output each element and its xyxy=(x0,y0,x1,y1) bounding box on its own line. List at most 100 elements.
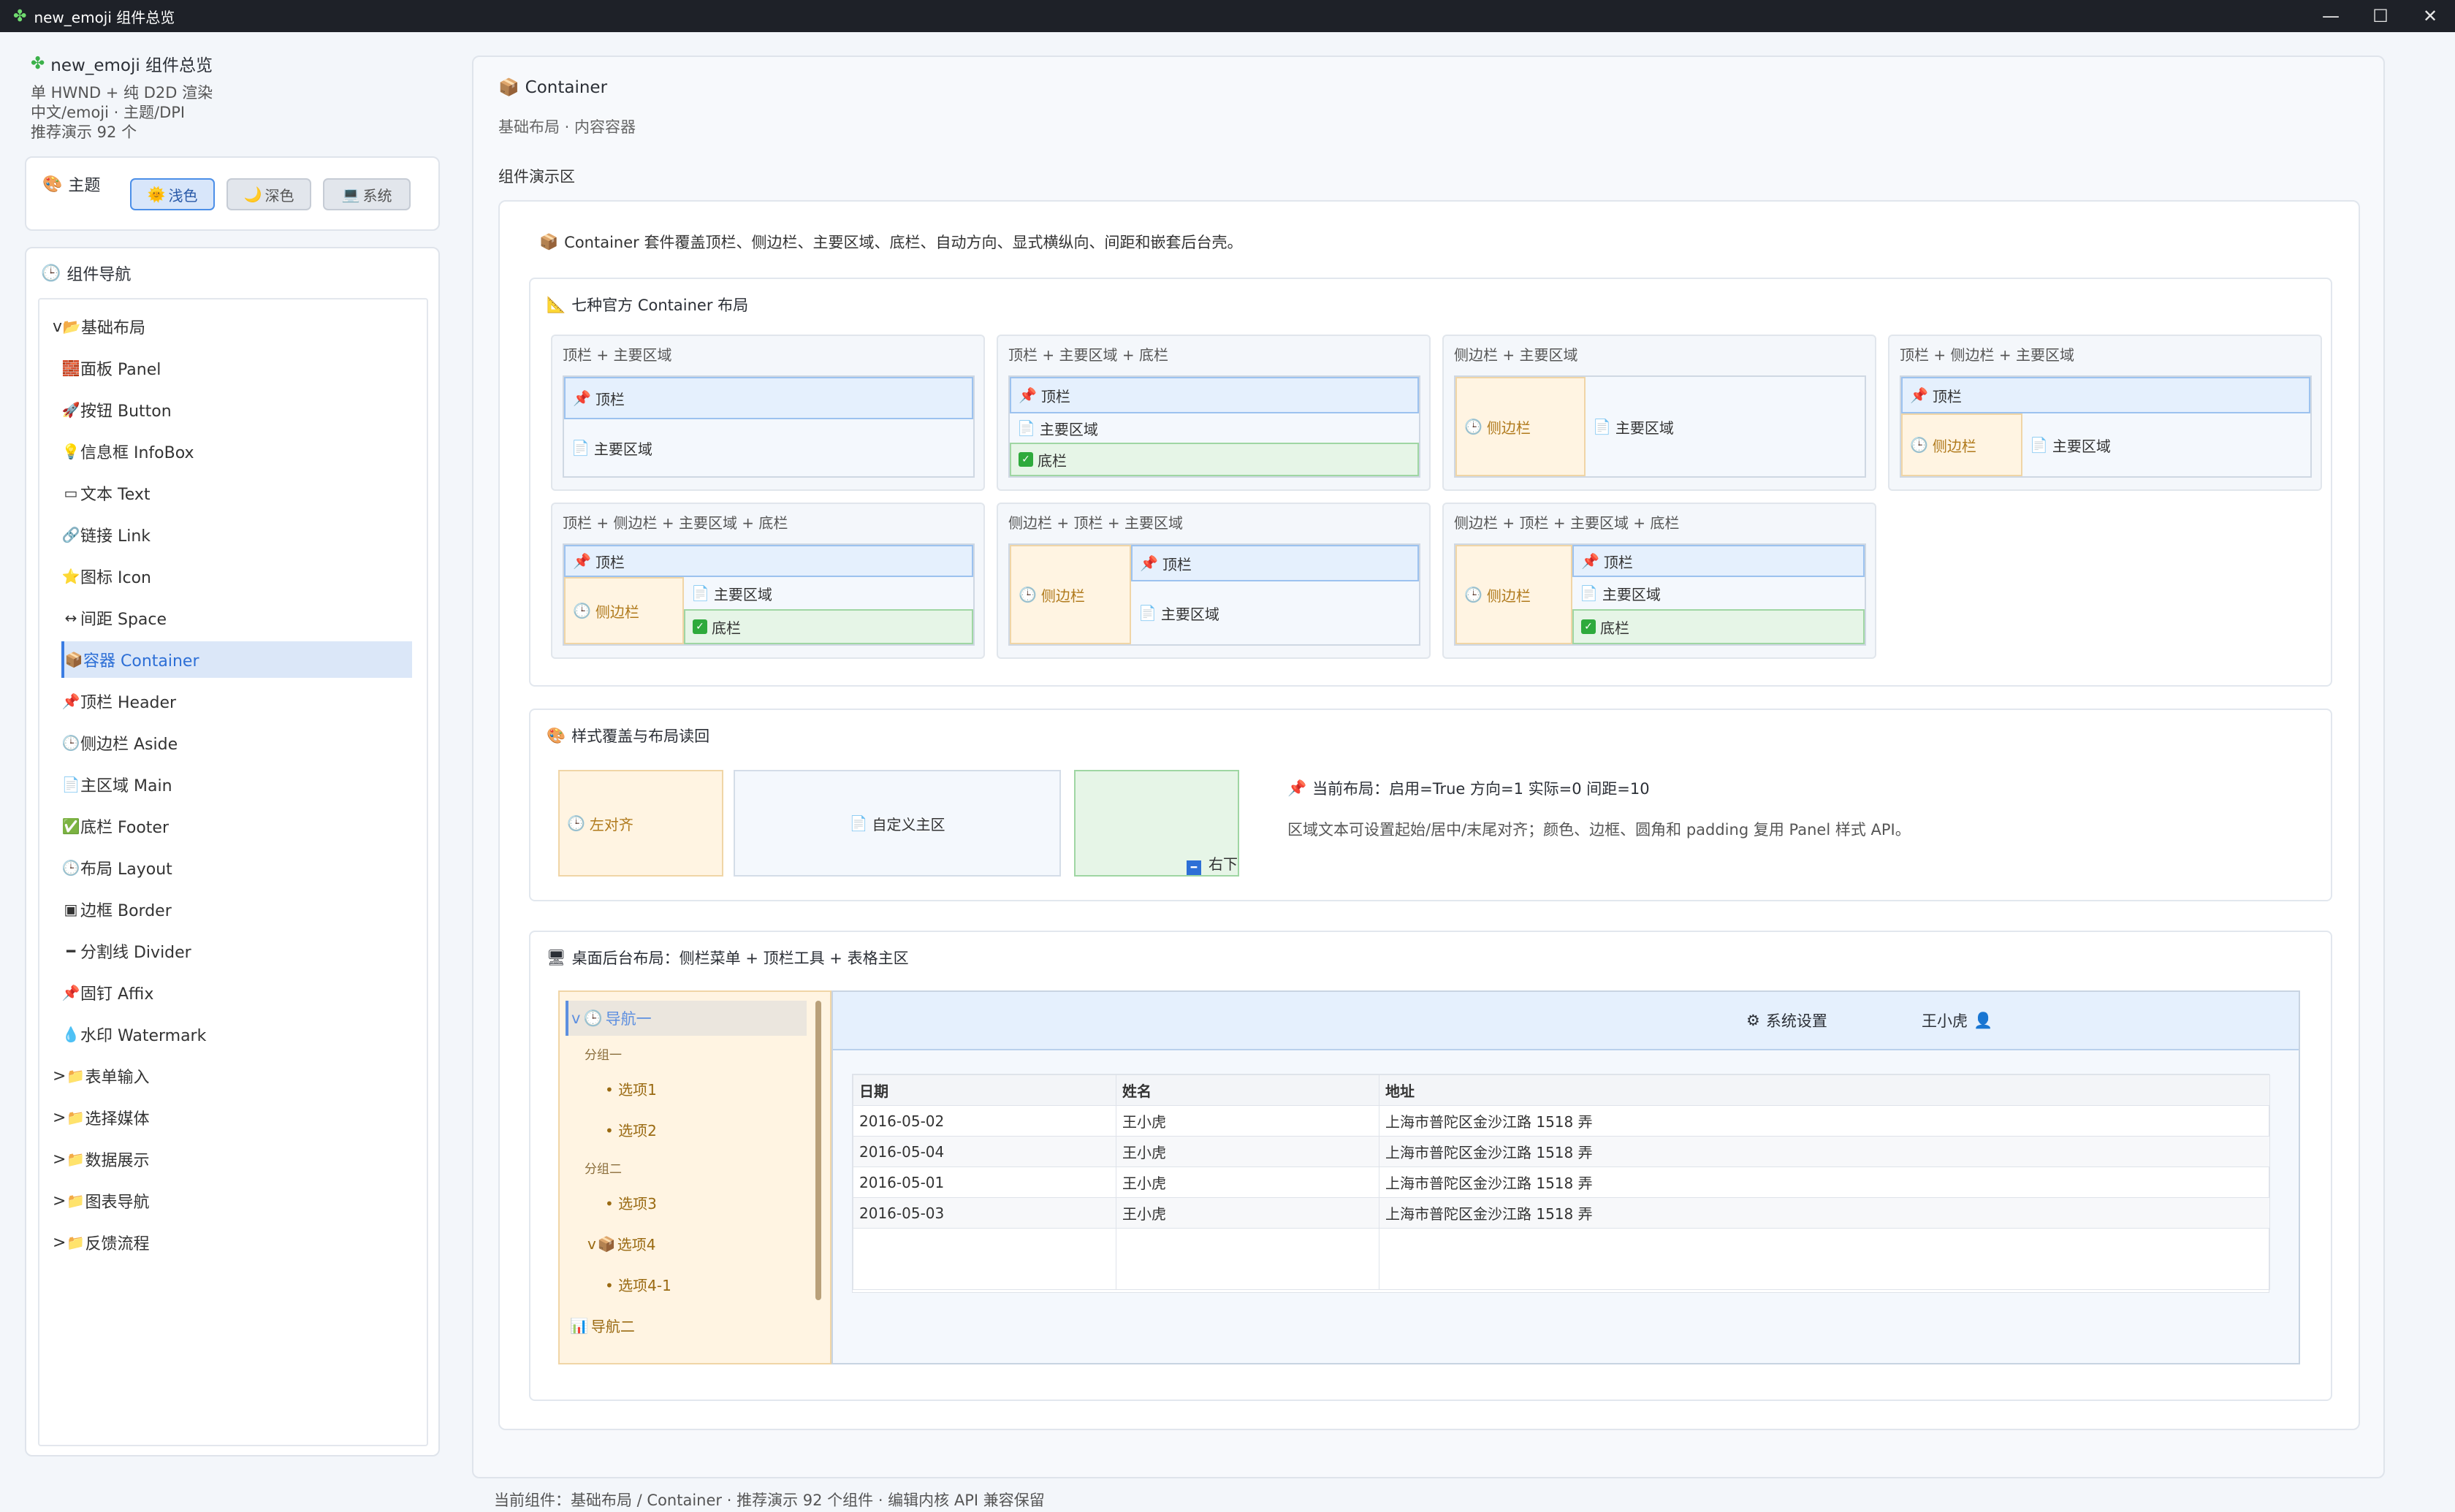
nav-item[interactable]: ⭐ 图标 Icon xyxy=(61,558,412,595)
nav-group[interactable]: > 📁 选择媒体 xyxy=(53,1099,403,1136)
nav-item[interactable]: ↔ 间距 Space xyxy=(61,600,412,636)
table-cell xyxy=(1379,1228,2270,1290)
nav-icon: 📌 xyxy=(61,984,80,1001)
data-table: 日期 姓名 地址 2016-05-02 王小虎 上海市普陀区金沙江路 1518 弄2… xyxy=(853,1074,2270,1290)
nav-item[interactable]: 💧 水印 Watermark xyxy=(61,1016,412,1053)
nav-icon: 📁 xyxy=(66,1109,85,1126)
nav-icon: ━ xyxy=(66,942,76,960)
app-subtitle-3: 推荐演示 92 个 xyxy=(31,123,137,141)
nav-label: 文本 Text xyxy=(80,486,151,504)
clock-icon: 🕒 xyxy=(1019,586,1037,603)
breadcrumb: 基础布局 · 内容容器 xyxy=(498,118,636,136)
menu-option-2[interactable]: • 选项2 xyxy=(605,1119,657,1140)
nav-item[interactable]: 📌 固钉 Affix xyxy=(61,974,412,1011)
settings-link[interactable]: ⚙ 系统设置 xyxy=(1746,1009,1827,1031)
clock-icon: 🕒 xyxy=(573,602,591,619)
data-table-wrap: 日期 姓名 地址 2016-05-02 王小虎 上海市普陀区金沙江路 1518 弄2… xyxy=(852,1074,2270,1293)
user-menu[interactable]: 王小虎 👤 xyxy=(1922,1009,1992,1031)
menu-nav-2[interactable]: 📊 导航二 xyxy=(570,1315,635,1336)
table-cell: 上海市普陀区金沙江路 1518 弄 xyxy=(1379,1105,2270,1137)
nav-icon: ▣ xyxy=(64,901,78,918)
nav-item[interactable]: 💡 信息框 InfoBox xyxy=(61,433,412,470)
box-icon: 📦 xyxy=(539,232,559,251)
table-row[interactable]: 2016-05-04 王小虎 上海市普陀区金沙江路 1518 弄 xyxy=(853,1136,2270,1167)
nav-icon: 🕒 xyxy=(61,859,80,877)
layout-header-main: 顶栏 + 主要区域 📌 顶栏 📄 主要区域 xyxy=(551,335,985,491)
admin-header: ⚙ 系统设置 王小虎 👤 xyxy=(833,992,2299,1050)
minimize-button[interactable]: — xyxy=(2306,0,2356,32)
theme-dark-button[interactable]: 🌙 深色 xyxy=(227,178,311,210)
nav-group[interactable]: v 📂 基础布局 xyxy=(53,308,403,345)
nav-item[interactable]: 📦 容器 Container xyxy=(61,641,412,678)
nav-group[interactable]: > 📁 数据展示 xyxy=(53,1141,403,1177)
nav-item[interactable]: 🧱 面板 Panel xyxy=(61,350,412,386)
palette-icon: 🎨 xyxy=(547,726,566,744)
document-icon: 📄 xyxy=(1593,418,1611,435)
layout-title: 顶栏 + 主要区域 xyxy=(563,346,672,364)
nav-item[interactable]: ✅ 底栏 Footer xyxy=(61,808,412,844)
layout-header-aside-main: 顶栏 + 侧边栏 + 主要区域 📌 顶栏 🕒 侧边栏 📄 主要区域 xyxy=(1888,335,2322,491)
nav-item[interactable]: 📌 顶栏 Header xyxy=(61,683,412,719)
theme-system-button[interactable]: 💻 系统 xyxy=(323,178,411,210)
table-row[interactable]: 2016-05-03 王小虎 上海市普陀区金沙江路 1518 弄 xyxy=(853,1197,2270,1229)
nav-group[interactable]: > 📁 表单输入 xyxy=(53,1058,403,1094)
menu-scrollbar[interactable] xyxy=(815,1001,821,1300)
column-date[interactable]: 日期 xyxy=(853,1074,1116,1106)
menu-option-4-1[interactable]: • 选项4-1 xyxy=(605,1274,671,1295)
nav-item[interactable]: ━ 分割线 Divider xyxy=(61,933,412,969)
nav-item[interactable]: 📄 主区域 Main xyxy=(61,766,412,803)
demo-label: 组件演示区 xyxy=(498,168,575,186)
maximize-button[interactable]: ☐ xyxy=(2356,0,2405,32)
clock-icon: 🕒 xyxy=(1464,586,1482,603)
theme-label: 主题 xyxy=(68,177,101,195)
nav-item[interactable]: 🔗 链接 Link xyxy=(61,516,412,553)
column-address[interactable]: 地址 xyxy=(1379,1074,2270,1106)
nav-label: 边框 Border xyxy=(80,902,172,920)
layout-title: 顶栏 + 侧边栏 + 主要区域 xyxy=(1900,346,2074,364)
header-region: 📌 顶栏 xyxy=(1572,545,1865,577)
pin-icon: 📌 xyxy=(1287,779,1307,797)
table-cell: 2016-05-03 xyxy=(853,1197,1116,1229)
main-region: 📄 主要区域 xyxy=(564,419,973,476)
nav-item[interactable]: 🕒 侧边栏 Aside xyxy=(61,725,412,761)
nav-item[interactable]: 🕒 布局 Layout xyxy=(61,849,412,886)
menu-option-3[interactable]: • 选项3 xyxy=(605,1192,657,1213)
check-icon: ✓ xyxy=(1581,619,1596,634)
user-icon: 👤 xyxy=(1973,1011,1993,1029)
table-cell: 上海市普陀区金沙江路 1518 弄 xyxy=(1379,1136,2270,1167)
nav-group[interactable]: > 📁 反馈流程 xyxy=(53,1224,403,1261)
nav-icon: 🚀 xyxy=(61,401,80,419)
nav-item[interactable]: ▭ 文本 Text xyxy=(61,475,412,511)
nav-item[interactable]: 🚀 按钮 Button xyxy=(61,392,412,428)
gear-icon: ⚙ xyxy=(1746,1012,1760,1029)
layout-title: 顶栏 + 侧边栏 + 主要区域 + 底栏 xyxy=(563,514,788,532)
sidebar-header: ✤ new_emoji 组件总览 单 HWND + 纯 D2D 渲染 中文/emo… xyxy=(31,51,440,142)
table-row[interactable]: 2016-05-02 王小虎 上海市普陀区金沙江路 1518 弄 xyxy=(853,1105,2270,1137)
nav-group[interactable]: > 📁 图表导航 xyxy=(53,1183,403,1219)
layout-aside-header-main: 侧边栏 + 顶栏 + 主要区域 🕒 侧边栏 📌 顶栏 📄 主要区域 xyxy=(997,503,1431,659)
menu-nav-1[interactable]: v 🕒 导航一 xyxy=(566,1001,807,1036)
table-row[interactable]: 2016-05-01 王小虎 上海市普陀区金沙江路 1518 弄 xyxy=(853,1167,2270,1198)
nav-icon: 📦 xyxy=(64,651,83,668)
theme-card: 🎨 主题 🌞 浅色 🌙 深色 💻 系统 xyxy=(25,156,440,231)
nav-icon: 🧱 xyxy=(61,359,80,377)
style-title: 样式覆盖与布局读回 xyxy=(571,728,710,745)
theme-light-button[interactable]: 🌞 浅色 xyxy=(130,178,215,210)
menu-option-4[interactable]: v 📦 选项4 xyxy=(587,1233,655,1254)
column-name[interactable]: 姓名 xyxy=(1116,1074,1379,1106)
nav-item[interactable]: ▣ 边框 Border xyxy=(61,891,412,928)
nav-icon: 💧 xyxy=(61,1026,80,1043)
expand-indicator: v xyxy=(53,317,63,336)
close-button[interactable]: ✕ xyxy=(2405,0,2455,32)
nav-icon: 📁 xyxy=(66,1067,85,1085)
clock-icon: 🕒 xyxy=(1910,436,1928,454)
app-subtitle-2: 中文/emoji · 主题/DPI xyxy=(31,104,186,121)
clock-icon: 🕒 xyxy=(41,264,61,283)
nav-label: 水印 Watermark xyxy=(80,1027,207,1045)
table-cell: 王小虎 xyxy=(1116,1167,1379,1198)
moon-icon: 🌙 xyxy=(243,186,262,203)
header-region: 📌 顶栏 xyxy=(1901,377,2310,413)
menu-option-1[interactable]: • 选项1 xyxy=(605,1078,657,1099)
main-region: 📄 主要区域 xyxy=(1010,413,1419,443)
layout-title: 侧边栏 + 顶栏 + 主要区域 + 底栏 xyxy=(1454,514,1680,532)
